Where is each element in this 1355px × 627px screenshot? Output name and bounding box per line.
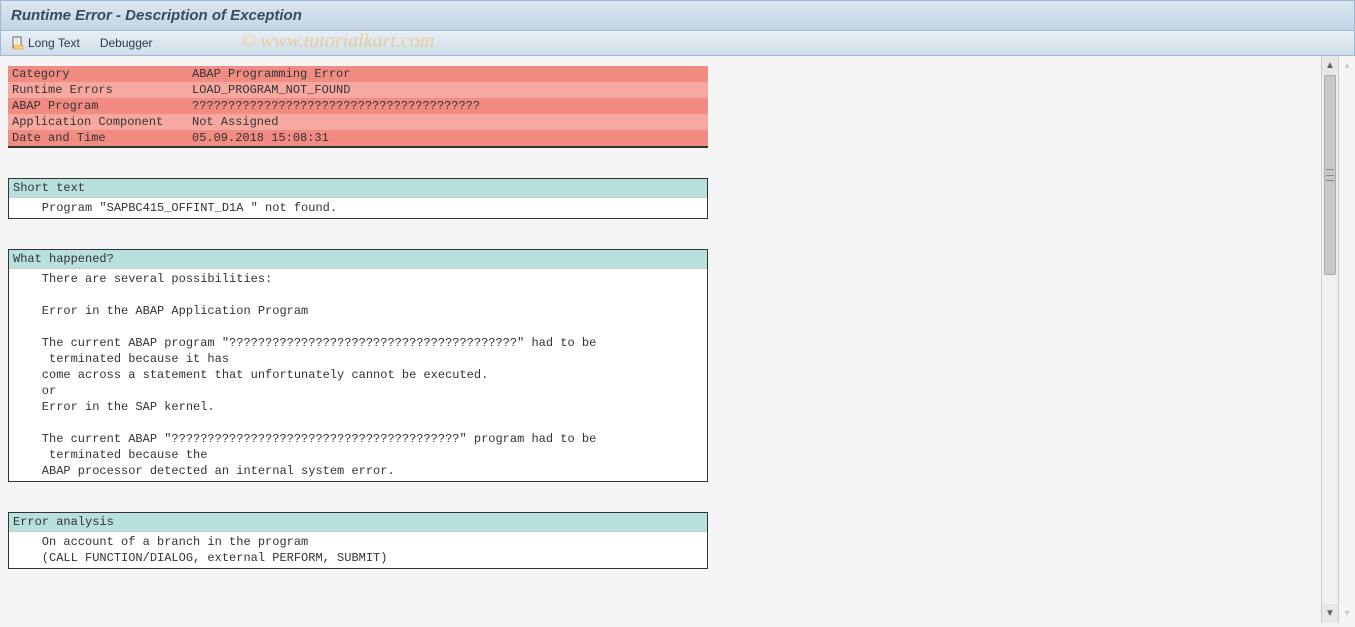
info-label: ABAP Program xyxy=(8,98,188,114)
scroll-down-arrow-icon[interactable]: ▼ xyxy=(1323,606,1338,621)
info-row: Date and Time05.09.2018 15:08:31 xyxy=(8,130,708,147)
info-label: Application Component xyxy=(8,114,188,130)
debugger-button[interactable]: Debugger xyxy=(100,36,153,50)
section-line: terminated because the xyxy=(13,447,703,463)
info-value: Not Assigned xyxy=(188,114,708,130)
section-line xyxy=(13,319,703,335)
scroll-down-arrow-icon[interactable]: ▾ xyxy=(1340,606,1355,621)
section-line: Error in the SAP kernel. xyxy=(13,399,703,415)
section-line: come across a statement that unfortunate… xyxy=(13,367,703,383)
section-line xyxy=(13,287,703,303)
section-line: terminated because it has xyxy=(13,351,703,367)
info-label: Runtime Errors xyxy=(8,82,188,98)
page-title: Runtime Error - Description of Exception xyxy=(11,7,302,24)
section-line: (CALL FUNCTION/DIALOG, external PERFORM,… xyxy=(13,550,703,566)
section-body: On account of a branch in the program (C… xyxy=(9,532,707,568)
debugger-label: Debugger xyxy=(100,36,153,50)
inner-scrollbar[interactable]: ▲ ▼ xyxy=(1321,56,1338,623)
section-header: What happened? xyxy=(9,250,707,269)
section-line: The current ABAP program "??????????????… xyxy=(13,335,703,351)
toolbar: Long Text Debugger xyxy=(0,31,1355,56)
content-area: CategoryABAP Programming ErrorRuntime Er… xyxy=(0,56,1355,623)
scroll-track[interactable] xyxy=(1322,75,1338,604)
info-row: CategoryABAP Programming Error xyxy=(8,66,708,82)
document-icon xyxy=(11,36,25,50)
section-body: Program "SAPBC415_OFFINT_D1A " not found… xyxy=(9,198,707,218)
long-text-button[interactable]: Long Text xyxy=(11,36,80,50)
section-line: Error in the ABAP Application Program xyxy=(13,303,703,319)
section-box: What happened? There are several possibi… xyxy=(8,249,708,482)
main-content: CategoryABAP Programming ErrorRuntime Er… xyxy=(0,56,1321,623)
title-bar: Runtime Error - Description of Exception xyxy=(0,0,1355,31)
section-line: The current ABAP "??????????????????????… xyxy=(13,431,703,447)
info-label: Date and Time xyxy=(8,130,188,147)
section-line: Program "SAPBC415_OFFINT_D1A " not found… xyxy=(13,200,703,216)
info-row: Application ComponentNot Assigned xyxy=(8,114,708,130)
info-value: 05.09.2018 15:08:31 xyxy=(188,130,708,147)
section-box: Error analysis On account of a branch in… xyxy=(8,512,708,569)
outer-scrollbar[interactable]: ▴ ▾ xyxy=(1338,56,1355,623)
section-line: On account of a branch in the program xyxy=(13,534,703,550)
scroll-thumb[interactable] xyxy=(1324,75,1336,275)
info-row: Runtime ErrorsLOAD_PROGRAM_NOT_FOUND xyxy=(8,82,708,98)
info-value: ABAP Programming Error xyxy=(188,66,708,82)
section-header: Error analysis xyxy=(9,513,707,532)
info-value: LOAD_PROGRAM_NOT_FOUND xyxy=(188,82,708,98)
info-value: ???????????????????????????????????????? xyxy=(188,98,708,114)
section-line: ABAP processor detected an internal syst… xyxy=(13,463,703,479)
section-box: Short text Program "SAPBC415_OFFINT_D1A … xyxy=(8,178,708,219)
section-body: There are several possibilities: Error i… xyxy=(9,269,707,481)
section-header: Short text xyxy=(9,179,707,198)
scroll-up-arrow-icon[interactable]: ▴ xyxy=(1340,58,1355,73)
error-info-table: CategoryABAP Programming ErrorRuntime Er… xyxy=(8,66,708,148)
info-label: Category xyxy=(8,66,188,82)
scroll-up-arrow-icon[interactable]: ▲ xyxy=(1323,58,1338,73)
info-row: ABAP Program????????????????????????????… xyxy=(8,98,708,114)
section-line xyxy=(13,415,703,431)
long-text-label: Long Text xyxy=(28,36,80,50)
section-line: or xyxy=(13,383,703,399)
section-line: There are several possibilities: xyxy=(13,271,703,287)
